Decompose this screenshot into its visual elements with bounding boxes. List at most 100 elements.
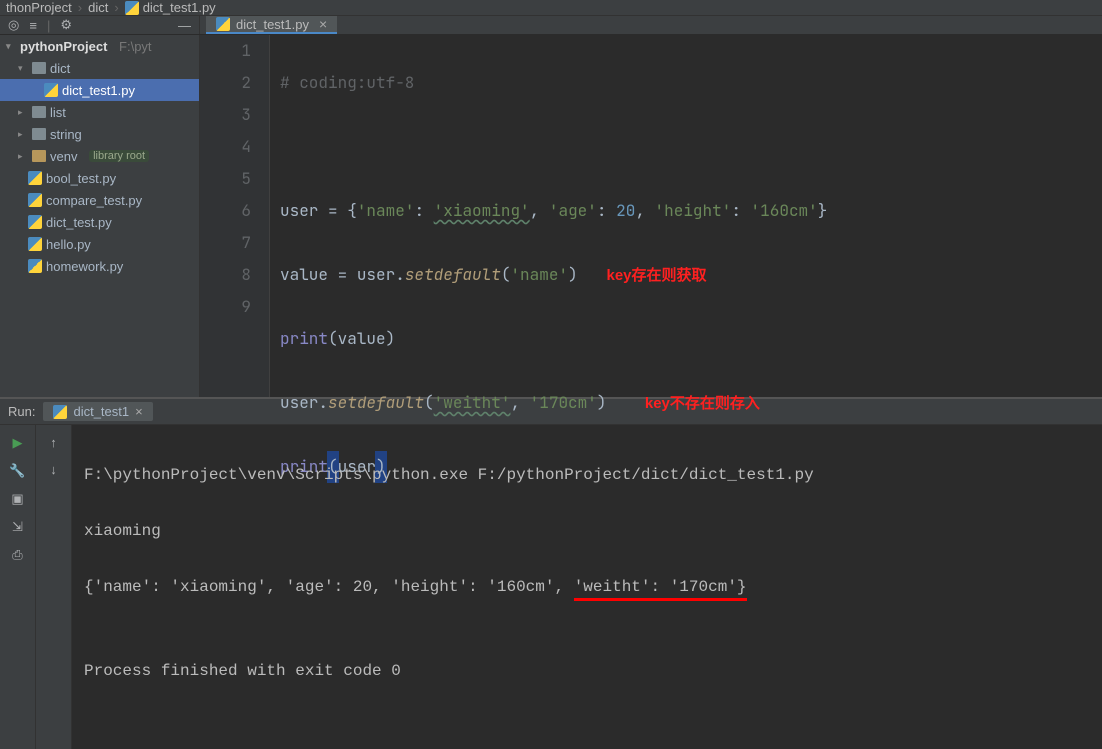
tree-file[interactable]: compare_test.py xyxy=(0,189,199,211)
code-text: ) xyxy=(568,264,578,285)
gear-icon[interactable]: ⚙ xyxy=(60,17,72,33)
editor-tabs: dict_test1.py × xyxy=(200,16,1102,34)
annotation: key存在则获取 xyxy=(606,267,706,284)
breadcrumb: thonProject › dict › dict_test1.py xyxy=(0,0,1102,16)
code-text: # coding:utf-8 xyxy=(280,72,414,93)
code-text: : xyxy=(414,200,424,221)
tree-file[interactable]: hello.py xyxy=(0,233,199,255)
code-text: 20 xyxy=(616,200,635,221)
code-text: ( xyxy=(424,392,434,413)
code-text: ) xyxy=(386,328,396,349)
breadcrumb-item[interactable]: thonProject xyxy=(6,0,72,15)
code-text: ) xyxy=(597,392,607,413)
python-icon xyxy=(216,17,230,31)
tree-folder-string[interactable]: ▸ string xyxy=(0,123,199,145)
chevron-right-icon: › xyxy=(114,0,118,15)
line-number: 6 xyxy=(200,195,251,227)
arrow-down-icon[interactable]: ↓ xyxy=(50,462,57,477)
line-gutter: 1 2 3 4 5 6 7 8 9 xyxy=(200,35,270,397)
output-line: F:\pythonProject\venv\Scripts\python.exe… xyxy=(84,461,1090,489)
code-text: '160cm' xyxy=(751,200,818,221)
code-text: 'height' xyxy=(655,200,732,221)
chevron-right-icon[interactable]: ▸ xyxy=(18,129,28,140)
tree-label: list xyxy=(50,105,66,120)
layout-icon[interactable]: ▣ xyxy=(11,491,23,507)
tree-label: homework.py xyxy=(46,259,123,274)
output-text: {'name': 'xiaoming', 'age': 20, 'height'… xyxy=(84,578,574,596)
line-number: 3 xyxy=(200,99,251,131)
divider-icon: | xyxy=(47,18,50,33)
line-number: 5 xyxy=(200,163,251,195)
arrow-up-icon[interactable]: ↑ xyxy=(50,435,57,450)
tree-label: dict xyxy=(50,61,70,76)
print-icon[interactable]: ⎙ xyxy=(12,547,22,563)
chevron-down-icon[interactable]: ▾ xyxy=(6,41,16,52)
target-icon[interactable]: ◎ xyxy=(8,17,19,33)
chevron-right-icon[interactable]: ▸ xyxy=(18,151,28,162)
python-icon xyxy=(28,215,42,229)
run-toolbar-left: ▶ 🔧 ▣ ⇲ ⎙ xyxy=(0,425,36,749)
tree-file-dict-test1[interactable]: dict_test1.py xyxy=(0,79,199,101)
minimize-icon[interactable]: — xyxy=(178,18,191,33)
run-tab[interactable]: dict_test1 × xyxy=(43,402,152,421)
collapse-icon[interactable]: ≡ xyxy=(29,18,37,33)
tree-folder-dict[interactable]: ▾ dict xyxy=(0,57,199,79)
library-root-badge: library root xyxy=(89,150,149,162)
run-output[interactable]: F:\pythonProject\venv\Scripts\python.exe… xyxy=(72,425,1102,749)
output-line: xiaoming xyxy=(84,517,1090,545)
project-tree[interactable]: ▾ pythonProject F:\pyt ▾ dict dict_test1… xyxy=(0,35,200,397)
line-number: 9 xyxy=(200,291,251,323)
tree-label: compare_test.py xyxy=(46,193,142,208)
tree-folder-list[interactable]: ▸ list xyxy=(0,101,199,123)
code-text: = xyxy=(318,200,347,221)
breadcrumb-item[interactable]: dict_test1.py xyxy=(143,0,216,15)
export-icon[interactable]: ⇲ xyxy=(12,519,23,535)
line-number: 2 xyxy=(200,67,251,99)
python-icon xyxy=(44,83,58,97)
close-icon[interactable]: × xyxy=(319,16,327,32)
python-icon xyxy=(28,171,42,185)
tree-file[interactable]: dict_test.py xyxy=(0,211,199,233)
code-text: '170cm' xyxy=(530,392,597,413)
code-text: value xyxy=(338,328,386,349)
code-text: 'age' xyxy=(549,200,597,221)
breadcrumb-item[interactable]: dict xyxy=(88,0,108,15)
folder-icon xyxy=(32,62,46,74)
tree-label: hello.py xyxy=(46,237,91,252)
output-highlighted: 'weitht': '170cm'} xyxy=(574,578,747,601)
code-text: ( xyxy=(328,328,338,349)
chevron-down-icon[interactable]: ▾ xyxy=(18,63,28,74)
tree-file[interactable]: homework.py xyxy=(0,255,199,277)
run-body: ▶ 🔧 ▣ ⇲ ⎙ ↑ ↓ F:\pythonProject\venv\Scri… xyxy=(0,425,1102,749)
wrench-icon[interactable]: 🔧 xyxy=(9,463,25,479)
chevron-right-icon: › xyxy=(78,0,82,15)
line-number: 8 xyxy=(200,259,251,291)
code-text: , xyxy=(635,200,654,221)
line-number: 4 xyxy=(200,131,251,163)
editor-tab[interactable]: dict_test1.py × xyxy=(206,16,337,34)
run-tab-name: dict_test1 xyxy=(73,404,129,419)
toolbar-row: ◎ ≡ | ⚙ — dict_test1.py × xyxy=(0,16,1102,35)
tree-folder-venv[interactable]: ▸ venv library root xyxy=(0,145,199,167)
code-text: 'weitht' xyxy=(434,392,511,413)
code-area[interactable]: # coding:utf-8 user = {'name': 'xiaoming… xyxy=(270,35,1102,397)
tree-label: string xyxy=(50,127,82,142)
chevron-right-icon[interactable]: ▸ xyxy=(18,107,28,118)
code-text: , xyxy=(510,392,529,413)
project-path: F:\pyt xyxy=(119,39,152,54)
code-text: { xyxy=(347,200,357,221)
run-label: Run: xyxy=(8,404,35,419)
folder-icon xyxy=(32,150,46,162)
rerun-icon[interactable]: ▶ xyxy=(13,435,23,451)
close-icon[interactable]: × xyxy=(135,404,143,419)
tree-file[interactable]: bool_test.py xyxy=(0,167,199,189)
code-editor[interactable]: 1 2 3 4 5 6 7 8 9 # coding:utf-8 user = … xyxy=(200,35,1102,397)
project-root[interactable]: ▾ pythonProject F:\pyt xyxy=(0,35,199,57)
main-area: ▾ pythonProject F:\pyt ▾ dict dict_test1… xyxy=(0,35,1102,397)
code-text: 'name' xyxy=(357,200,415,221)
code-text: print xyxy=(280,328,328,349)
folder-icon xyxy=(32,128,46,140)
annotation: key不存在则存入 xyxy=(645,395,760,412)
python-icon xyxy=(125,1,139,15)
code-text: user xyxy=(280,200,318,221)
